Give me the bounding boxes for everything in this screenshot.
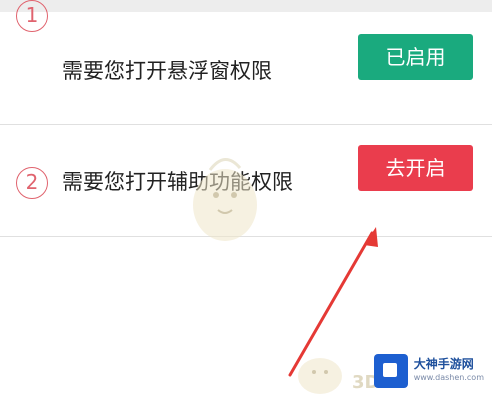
accessibility-permission-label: 需要您打开辅助功能权限 <box>62 170 293 194</box>
site-watermark: 大神手游网 www.dashen.com <box>373 351 484 391</box>
floating-window-enabled-button[interactable]: 已启用 <box>358 34 473 80</box>
accessibility-open-button[interactable]: 去开启 <box>358 145 473 191</box>
bottom-mascot-watermark-icon <box>298 358 342 394</box>
floating-window-permission-label: 需要您打开悬浮窗权限 <box>62 59 272 83</box>
site-url: www.dashen.com <box>413 373 484 382</box>
site-logo-icon <box>373 354 408 388</box>
site-name: 大神手游网 <box>413 357 474 371</box>
permission-page: 1 需要您打开悬浮窗权限 已启用 2 需要您打开辅助功能权限 去开启 3DM 大… <box>0 0 492 401</box>
step-number-1: 1 <box>16 0 48 32</box>
top-divider-strip <box>0 0 492 12</box>
step-number-2: 2 <box>16 167 48 199</box>
